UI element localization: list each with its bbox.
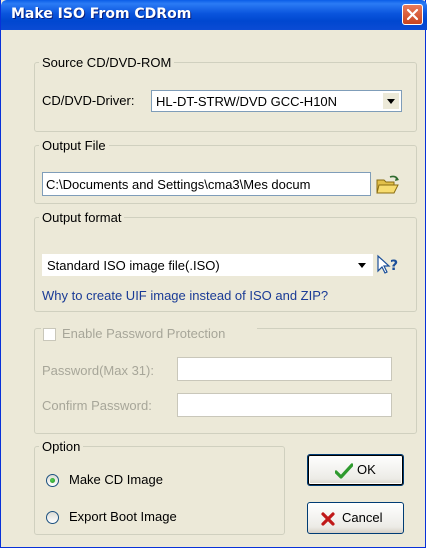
option-group-label: Option	[42, 439, 81, 454]
export-boot-image-radio[interactable]	[46, 511, 59, 524]
close-button[interactable]	[402, 4, 423, 25]
output-file-group-label: Output File	[42, 138, 106, 153]
cancel-button-label: Cancel	[342, 510, 383, 525]
make-cd-image-radio[interactable]	[46, 474, 59, 487]
chevron-down-icon[interactable]	[383, 93, 399, 109]
drive-select-value: HL-DT-STRW/DVD GCC-H10N	[156, 94, 338, 109]
title-bar[interactable]: Make ISO From CDRom	[1, 0, 427, 30]
drive-label: CD/DVD-Driver:	[42, 93, 135, 108]
export-boot-image-label: Export Boot Image	[69, 509, 177, 524]
folder-open-icon	[376, 175, 399, 194]
window-title: Make ISO From CDRom	[11, 6, 192, 22]
checkmark-icon	[335, 463, 353, 479]
export-boot-image-option[interactable]: Export Boot Image	[46, 509, 246, 525]
drive-select[interactable]: HL-DT-STRW/DVD GCC-H10N	[151, 90, 402, 112]
format-select-value: Standard ISO image file(.ISO)	[47, 258, 220, 273]
close-icon	[406, 8, 419, 21]
browse-button[interactable]	[375, 174, 401, 196]
password-legend-bg: Enable Password Protection	[41, 326, 257, 342]
enable-password-text: Enable Password Protection	[62, 326, 226, 341]
source-group-label: Source CD/DVD-ROM	[42, 55, 172, 70]
password-label: Password(Max 31):	[42, 363, 154, 378]
make-cd-image-label: Make CD Image	[69, 472, 163, 487]
cancel-button[interactable]: Cancel	[307, 502, 404, 534]
uif-info-link[interactable]: Why to create UIF image instead of ISO a…	[42, 288, 328, 303]
make-cd-image-option[interactable]: Make CD Image	[46, 472, 246, 488]
enable-password-checkbox-box[interactable]	[43, 328, 56, 341]
output-format-group-label: Output format	[42, 210, 122, 225]
ok-button-label: OK	[357, 462, 376, 477]
help-pointer-icon: ?	[377, 254, 398, 274]
password-group	[34, 328, 417, 434]
svg-text:?: ?	[390, 258, 398, 274]
confirm-password-field[interactable]	[177, 393, 392, 417]
ok-button[interactable]: OK	[307, 454, 404, 486]
cancel-x-icon	[321, 512, 335, 526]
confirm-password-label: Confirm Password:	[42, 398, 152, 413]
output-path-value: C:\Documents and Settings\cma3\Mes docum	[46, 177, 311, 192]
chevron-down-icon[interactable]	[354, 257, 370, 273]
format-select[interactable]: Standard ISO image file(.ISO)	[42, 254, 373, 276]
dialog-window: Make ISO From CDRom Source CD/DVD-ROM CD…	[0, 0, 427, 548]
password-field[interactable]	[177, 357, 392, 381]
output-path-field[interactable]: C:\Documents and Settings\cma3\Mes docum	[42, 172, 371, 196]
format-help-button[interactable]: ?	[375, 254, 401, 276]
